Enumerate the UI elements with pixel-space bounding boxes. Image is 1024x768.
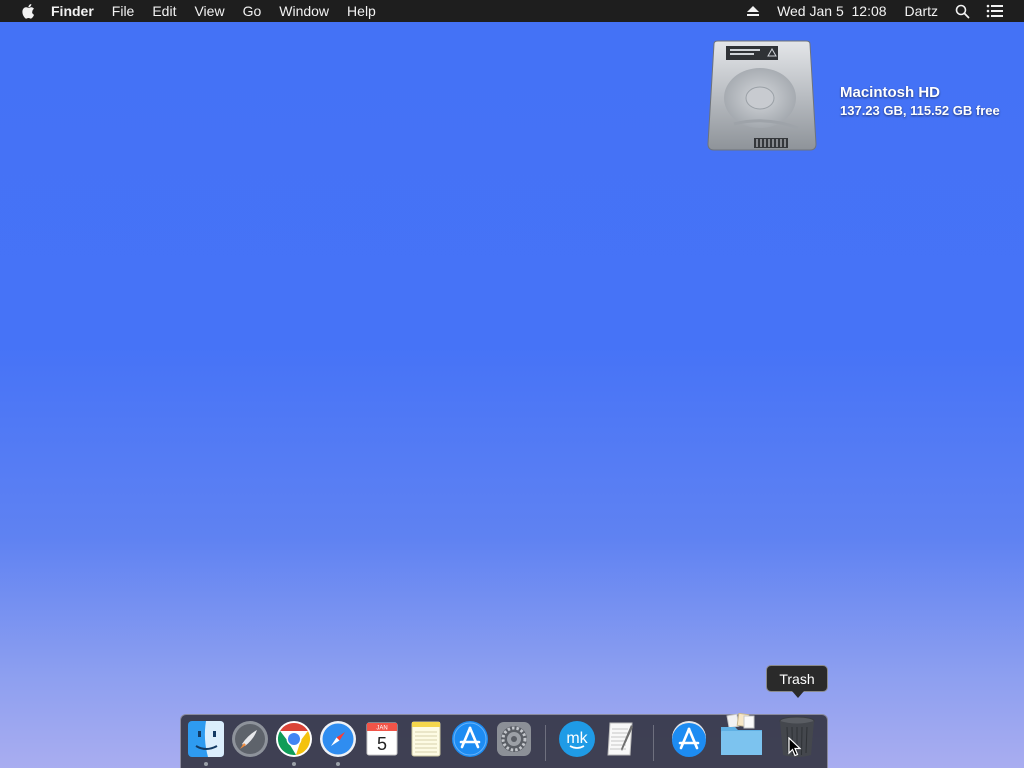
- dock-item-system-preferences[interactable]: [494, 719, 534, 759]
- menu-bar: Finder File Edit View Go Window Help Wed…: [0, 0, 1024, 22]
- mouse-pointer-icon: [788, 736, 802, 757]
- notes-icon: [411, 721, 441, 757]
- textedit-icon: [607, 722, 633, 756]
- drive-name: Macintosh HD: [840, 84, 941, 101]
- chrome-icon: [276, 721, 312, 757]
- menu-app-name[interactable]: Finder: [42, 0, 103, 22]
- calendar-day: 5: [377, 734, 387, 754]
- calendar-icon: JAN 5: [366, 722, 398, 756]
- dock: JAN 5 mk: [180, 712, 828, 768]
- downloads-folder-icon: [721, 712, 762, 755]
- dock-item-app-store[interactable]: [450, 719, 490, 759]
- dock-item-chrome[interactable]: [274, 719, 314, 759]
- dock-item-mk-app[interactable]: mk: [557, 719, 597, 759]
- eject-icon[interactable]: [738, 0, 768, 22]
- system-preferences-icon: [497, 722, 531, 756]
- safari-icon: [320, 721, 356, 757]
- desktop[interactable]: Finder File Edit View Go Window Help Wed…: [0, 0, 1024, 768]
- running-indicator: [336, 762, 340, 766]
- dock-separator: [653, 725, 654, 761]
- apple-icon[interactable]: [20, 0, 36, 22]
- running-indicator: [292, 762, 296, 766]
- calendar-month: JAN: [376, 726, 387, 732]
- app-store-icon: [452, 721, 488, 757]
- mk-app-icon: mk: [559, 721, 595, 757]
- dock-item-downloads[interactable]: [718, 712, 762, 759]
- dock-item-launchpad[interactable]: [230, 719, 270, 759]
- app-store-stack-icon: [672, 721, 706, 757]
- menu-edit[interactable]: Edit: [143, 0, 185, 22]
- dock-item-calendar[interactable]: JAN 5: [362, 719, 402, 759]
- dock-item-finder[interactable]: [186, 719, 226, 759]
- dock-item-notes[interactable]: [406, 719, 446, 759]
- notification-center-icon[interactable]: [978, 0, 1012, 22]
- menu-window[interactable]: Window: [270, 0, 338, 22]
- finder-icon: [188, 721, 224, 757]
- dock-item-applications-stack[interactable]: [669, 719, 709, 759]
- dock-item-textedit[interactable]: [601, 719, 641, 759]
- dock-separator: [545, 725, 546, 761]
- dock-item-safari[interactable]: [318, 719, 358, 759]
- mk-app-text: mk: [566, 730, 588, 747]
- running-indicator: [204, 762, 208, 766]
- menu-help[interactable]: Help: [338, 0, 385, 22]
- menu-user[interactable]: Dartz: [896, 0, 947, 22]
- spotlight-search-icon[interactable]: [947, 0, 978, 22]
- menu-clock[interactable]: Wed Jan 5 12:08: [768, 0, 895, 22]
- menu-file[interactable]: File: [103, 0, 144, 22]
- menu-go[interactable]: Go: [234, 0, 271, 22]
- menu-view[interactable]: View: [185, 0, 233, 22]
- drive-info: 137.23 GB, 115.52 GB free: [840, 103, 1000, 118]
- macintosh-hd-drive-icon[interactable]: [706, 40, 818, 156]
- launchpad-icon: [232, 721, 268, 757]
- macintosh-hd-label[interactable]: Macintosh HD 137.23 GB, 115.52 GB free: [840, 84, 1000, 120]
- dock-tooltip: Trash: [766, 665, 828, 698]
